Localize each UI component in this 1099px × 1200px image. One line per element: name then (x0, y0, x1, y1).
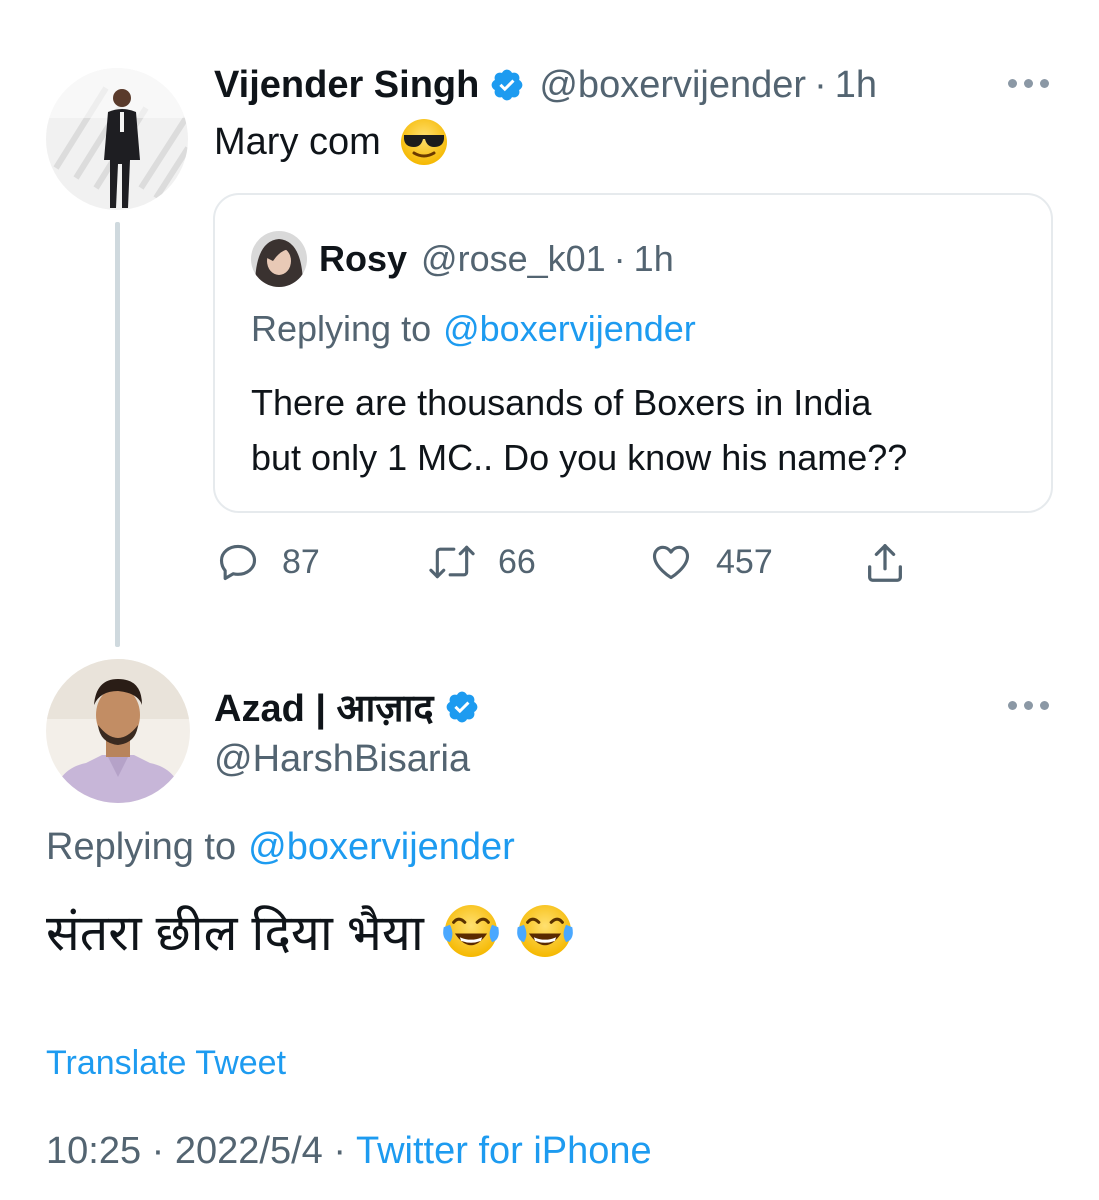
tweet-source-link[interactable]: Twitter for iPhone (356, 1130, 652, 1173)
quoted-tweet-text: There are thousands of Boxers in India b… (251, 375, 907, 485)
quoted-tweet-header: Rosy @rose_k01 · 1h (319, 235, 674, 283)
tweet-timestamp-row: 10:25 · 2022/5/4 · Twitter for iPhone (46, 1126, 652, 1176)
quoted-text-line-2: but only 1 MC.. Do you know his name?? (251, 437, 908, 478)
like-action[interactable]: 457 (648, 540, 773, 584)
replying-to-label: Replying to (251, 308, 432, 349)
verified-badge-icon (491, 69, 523, 101)
more-options-icon[interactable] (1008, 79, 1052, 91)
replying-to-handle[interactable]: @boxervijender (443, 308, 696, 350)
meta-separator: · (814, 63, 827, 106)
quoted-replying-to: Replying to @boxervijender (251, 305, 696, 353)
quoted-tweet-time: 1h (633, 238, 674, 279)
reply-author-handle[interactable]: @HarshBisaria (214, 734, 470, 784)
reply-icon (219, 544, 257, 581)
share-icon (868, 544, 902, 582)
quoted-text-line-1: There are thousands of Boxers in India (251, 382, 872, 423)
reply-tweet-text: संतरा छील दिया भैया (46, 905, 424, 961)
heart-icon (652, 545, 690, 580)
like-count: 457 (716, 542, 773, 581)
quoted-author-name: Rosy (319, 238, 408, 279)
reply-tweet-body: संतरा छील दिया भैया (46, 898, 576, 964)
main-tweet-header: Vijender Singh @boxervijender · 1h (214, 60, 877, 110)
more-options-icon[interactable] (1008, 701, 1052, 713)
meta-separator: · (613, 238, 626, 279)
verified-badge-icon (446, 691, 477, 723)
avatar-rosy (251, 231, 307, 287)
main-tweet-body: Mary com (214, 117, 449, 167)
reply-replying-to: Replying to @boxervijender (46, 822, 515, 872)
quoted-tweet-card[interactable]: Rosy @rose_k01 · 1h Replying to @boxervi… (213, 193, 1053, 513)
translate-tweet-link[interactable]: Translate Tweet (46, 1040, 286, 1086)
tears-of-joy-emoji-icon (442, 904, 499, 958)
reply-author-name[interactable]: Azad | आज़ाद (214, 681, 434, 733)
tweet-timestamp[interactable]: 10:25 · 2022/5/4 · (46, 1130, 346, 1173)
tweet-text: Mary com (214, 120, 381, 163)
share-action[interactable] (862, 540, 908, 586)
thread-line (115, 222, 120, 647)
replying-to-label: Replying to (46, 825, 237, 868)
retweet-action[interactable]: 66 (428, 540, 536, 584)
reply-count: 87 (282, 542, 320, 581)
reply-tweet-header: Azad | आज़ाद (214, 682, 480, 732)
tears-of-joy-emoji-icon (516, 904, 573, 958)
avatar-rosy-image (251, 231, 307, 287)
author-name[interactable]: Vijender Singh (214, 64, 479, 107)
quoted-author-handle: @rose_k01 (421, 238, 606, 279)
avatar-vijender-image (46, 68, 188, 210)
avatar-azad-image (46, 659, 190, 803)
avatar-azad[interactable] (46, 659, 190, 803)
tweet-time[interactable]: 1h (835, 64, 877, 107)
retweet-count: 66 (498, 542, 536, 581)
author-handle[interactable]: @boxervijender (539, 64, 806, 107)
sunglasses-emoji-icon (400, 119, 447, 165)
avatar-vijender[interactable] (46, 68, 188, 210)
replying-to-handle[interactable]: @boxervijender (248, 826, 515, 869)
retweet-icon (429, 545, 475, 579)
reply-action[interactable]: 87 (216, 540, 320, 584)
